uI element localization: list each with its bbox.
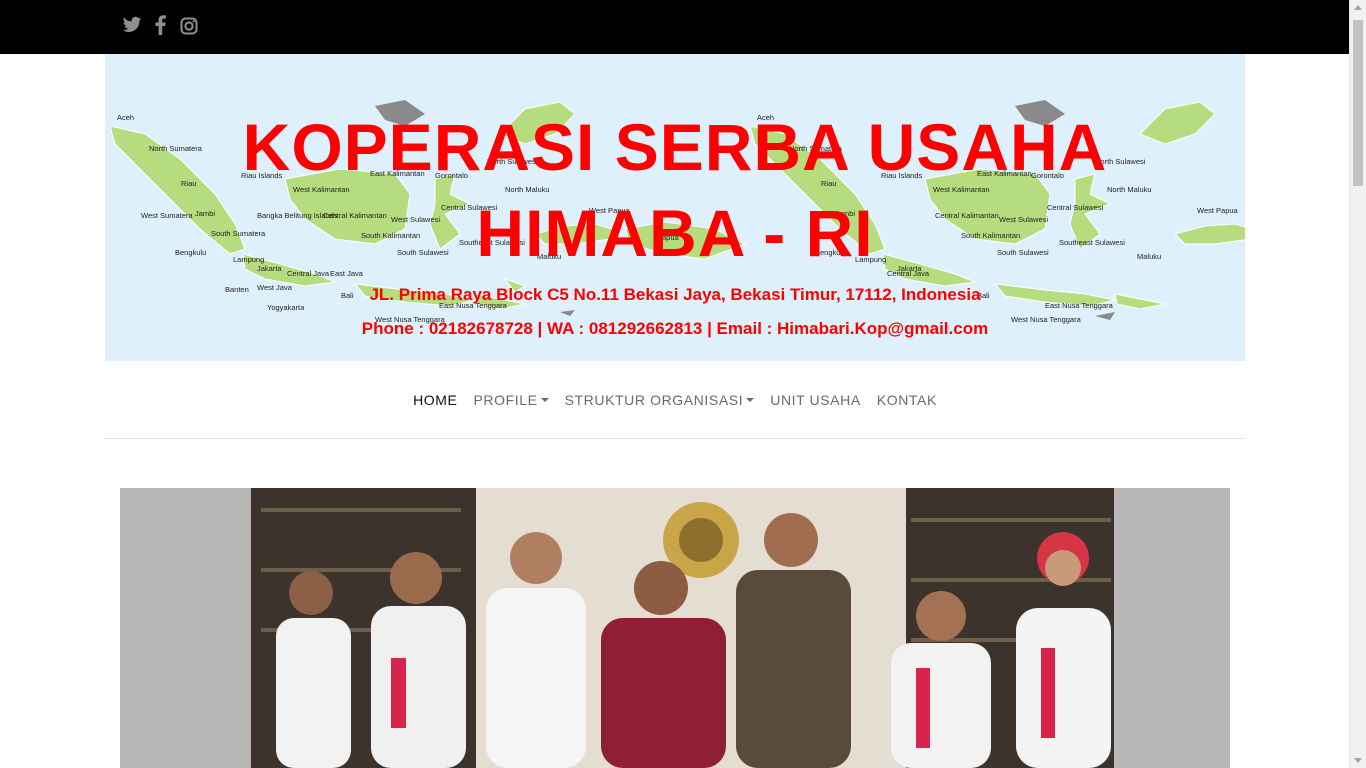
nav-item-home[interactable]: HOME xyxy=(405,392,465,408)
nav-item-label: KONTAK xyxy=(876,391,937,408)
nav-item-unit-usaha[interactable]: UNIT USAHA xyxy=(762,392,869,408)
scroll-down-icon[interactable] xyxy=(1354,758,1362,763)
nav-item-label: PROFILE xyxy=(473,391,538,408)
nav-item-label: STRUKTUR ORGANISASI xyxy=(564,391,744,408)
caret-down-icon xyxy=(746,398,755,402)
site-address: JL. Prima Raya Block C5 No.11 Bekasi Jay… xyxy=(369,285,981,304)
nav-item-label: UNIT USAHA xyxy=(770,391,861,408)
site-contact-info: Phone : 02182678728 | WA : 081292662813 … xyxy=(361,319,989,338)
site-title[interactable]: KOPERASI SERBA USAHA HIMABA - RI xyxy=(105,104,1245,276)
facebook-icon[interactable] xyxy=(155,15,169,37)
scrollbar-thumb[interactable] xyxy=(1353,20,1363,186)
caret-down-icon xyxy=(540,398,549,402)
instagram-icon[interactable] xyxy=(180,17,200,37)
main-navigation: HOME PROFILE STRUKTUR ORGANISASI UNIT US… xyxy=(105,361,1245,439)
nav-item-label: HOME xyxy=(413,391,458,408)
featured-image-slider[interactable] xyxy=(120,488,1230,768)
twitter-icon[interactable] xyxy=(122,16,144,36)
page-scrollbar[interactable] xyxy=(1349,0,1366,768)
scroll-up-icon[interactable] xyxy=(1354,5,1362,10)
nav-item-kontak[interactable]: KONTAK xyxy=(869,392,945,408)
group-photo xyxy=(251,488,1114,768)
top-bar xyxy=(0,0,1349,54)
header-banner: Aceh North Sumatera Riau West Sumatera J… xyxy=(105,54,1245,361)
nav-item-struktur-organisasi[interactable]: STRUKTUR ORGANISASI xyxy=(557,392,763,408)
nav-item-profile[interactable]: PROFILE xyxy=(465,392,556,408)
